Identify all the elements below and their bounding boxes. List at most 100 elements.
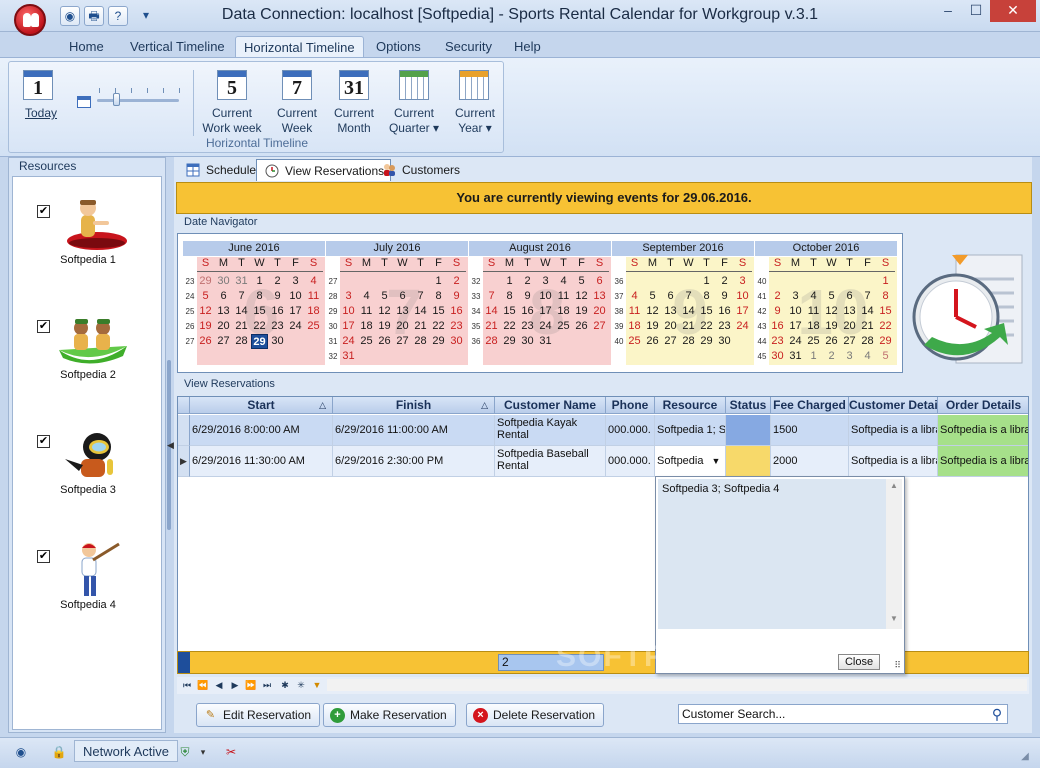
- calendar-day[interactable]: 30: [269, 334, 286, 349]
- calendar-day[interactable]: 16: [716, 304, 733, 319]
- calendar-day[interactable]: 20: [841, 319, 858, 334]
- calendar-day[interactable]: 29: [877, 334, 894, 349]
- calendar-day[interactable]: 9: [519, 289, 536, 304]
- calendar-day[interactable]: 11: [358, 304, 375, 319]
- calendar-day[interactable]: 31: [537, 334, 554, 349]
- zoom-slider[interactable]: [97, 99, 179, 102]
- first-record-icon[interactable]: ⏮: [180, 678, 194, 692]
- calendar-day[interactable]: 6: [394, 289, 411, 304]
- calendar-day[interactable]: 6: [215, 289, 232, 304]
- calendar-day[interactable]: 1: [251, 274, 268, 289]
- calendar-day[interactable]: 27: [841, 334, 858, 349]
- resource-popup-text[interactable]: Softpedia 3; Softpedia 4: [658, 479, 886, 629]
- calendar-day[interactable]: 29: [197, 274, 214, 289]
- calendar-day[interactable]: 19: [644, 319, 661, 334]
- week-number[interactable]: 45: [755, 352, 769, 361]
- calendar-day[interactable]: 2: [823, 349, 840, 364]
- calendar-day[interactable]: 11: [555, 289, 572, 304]
- calendar-day[interactable]: 28: [859, 334, 876, 349]
- chevron-down-icon[interactable]: ▾: [194, 743, 212, 761]
- calendar-day[interactable]: 10: [287, 289, 304, 304]
- week-number[interactable]: 41: [755, 292, 769, 301]
- calendar-day[interactable]: 13: [394, 304, 411, 319]
- calendar-day[interactable]: 9: [448, 289, 465, 304]
- calendar-day[interactable]: 7: [483, 289, 500, 304]
- calendar-day[interactable]: 14: [859, 304, 876, 319]
- calendar-day[interactable]: 7: [859, 289, 876, 304]
- column-order-details[interactable]: Order Details: [938, 397, 1028, 414]
- current-year-button[interactable]: Current Year ▾: [447, 106, 503, 136]
- calendar-day[interactable]: 8: [430, 289, 447, 304]
- calendar-day[interactable]: 1: [805, 349, 822, 364]
- prev-record-icon[interactable]: ◀: [212, 678, 226, 692]
- calendar-day[interactable]: 3: [841, 349, 858, 364]
- calendar-day[interactable]: 28: [233, 334, 250, 349]
- calendar-day[interactable]: 6: [841, 289, 858, 304]
- calendar-day[interactable]: 9: [716, 289, 733, 304]
- calendar-day[interactable]: 2: [519, 274, 536, 289]
- month-header[interactable]: June 2016: [183, 241, 325, 256]
- calendar-day[interactable]: 12: [823, 304, 840, 319]
- calendar-day[interactable]: 10: [787, 304, 804, 319]
- calendar-day[interactable]: 24: [537, 319, 554, 334]
- calendar-day[interactable]: 26: [644, 334, 661, 349]
- calendar-day[interactable]: 25: [305, 319, 322, 334]
- calendar-day[interactable]: 14: [412, 304, 429, 319]
- work-week-calendar-icon[interactable]: 5: [217, 70, 247, 100]
- cell-customer-details[interactable]: Softpedia is a libra: [849, 415, 938, 446]
- calendar-day[interactable]: 30: [519, 334, 536, 349]
- cell-finish[interactable]: 6/29/2016 11:00:00 AM: [333, 415, 495, 446]
- calendar-day[interactable]: 29: [251, 334, 268, 349]
- calendar-day[interactable]: 1: [698, 274, 715, 289]
- popup-scrollbar[interactable]: ▲ ▼: [886, 479, 902, 629]
- resize-grip-icon[interactable]: ⠿: [894, 660, 901, 671]
- calendar-day[interactable]: 19: [197, 319, 214, 334]
- resource-checkbox[interactable]: ✔: [37, 435, 50, 448]
- week-number[interactable]: 33: [469, 292, 483, 301]
- column-resource[interactable]: Resource: [655, 397, 726, 414]
- calendar-day[interactable]: 3: [340, 289, 357, 304]
- calendar-day[interactable]: 20: [394, 319, 411, 334]
- week-number[interactable]: 30: [326, 322, 340, 331]
- minimize-button[interactable]: –: [934, 0, 962, 22]
- calendar-day[interactable]: 17: [734, 304, 751, 319]
- tab-horizontal-timeline[interactable]: Horizontal Timeline: [235, 36, 364, 58]
- calendar-day[interactable]: 25: [358, 334, 375, 349]
- calendar-day[interactable]: 30: [448, 334, 465, 349]
- calendar-day[interactable]: 7: [680, 289, 697, 304]
- week-number[interactable]: 43: [755, 322, 769, 331]
- calendar-day[interactable]: 27: [591, 319, 608, 334]
- delete-reservation-button[interactable]: × Delete Reservation: [466, 703, 605, 727]
- current-month-button[interactable]: Current Month: [327, 106, 381, 136]
- next-page-icon[interactable]: ⏩: [244, 678, 258, 692]
- tab-scheduler[interactable]: Scheduler: [178, 159, 266, 181]
- month-calendar-icon[interactable]: 31: [339, 70, 369, 100]
- append-record-icon[interactable]: ✳: [294, 678, 308, 692]
- calendar-day[interactable]: 16: [269, 304, 286, 319]
- calendar-day[interactable]: 7: [412, 289, 429, 304]
- calendar-day[interactable]: 13: [841, 304, 858, 319]
- week-number[interactable]: 39: [612, 322, 626, 331]
- close-button[interactable]: ✕: [990, 0, 1036, 22]
- week-number[interactable]: 24: [183, 292, 197, 301]
- month-header[interactable]: September 2016: [612, 241, 754, 256]
- calendar-day[interactable]: 5: [573, 274, 590, 289]
- cell-resource[interactable]: Softpedia 1; S: [655, 415, 726, 446]
- cell-fee[interactable]: 1500: [771, 415, 849, 446]
- calendar-day[interactable]: 4: [805, 289, 822, 304]
- week-number[interactable]: 40: [755, 277, 769, 286]
- calendar-day[interactable]: 3: [787, 289, 804, 304]
- date-picker-icon[interactable]: [77, 96, 91, 108]
- current-work-week-button[interactable]: Current Work week: [197, 106, 267, 136]
- maximize-button[interactable]: ☐: [962, 0, 990, 22]
- week-number[interactable]: 25: [183, 307, 197, 316]
- calendar-day[interactable]: 25: [555, 319, 572, 334]
- next-record-icon[interactable]: ▶: [228, 678, 242, 692]
- calendar-day[interactable]: 21: [233, 319, 250, 334]
- calendar-day[interactable]: 8: [698, 289, 715, 304]
- week-calendar-icon[interactable]: 7: [282, 70, 312, 100]
- calendar-day[interactable]: 28: [412, 334, 429, 349]
- calendar-day[interactable]: 17: [537, 304, 554, 319]
- calendar-day[interactable]: 12: [197, 304, 214, 319]
- popup-close-button[interactable]: Close: [838, 654, 880, 670]
